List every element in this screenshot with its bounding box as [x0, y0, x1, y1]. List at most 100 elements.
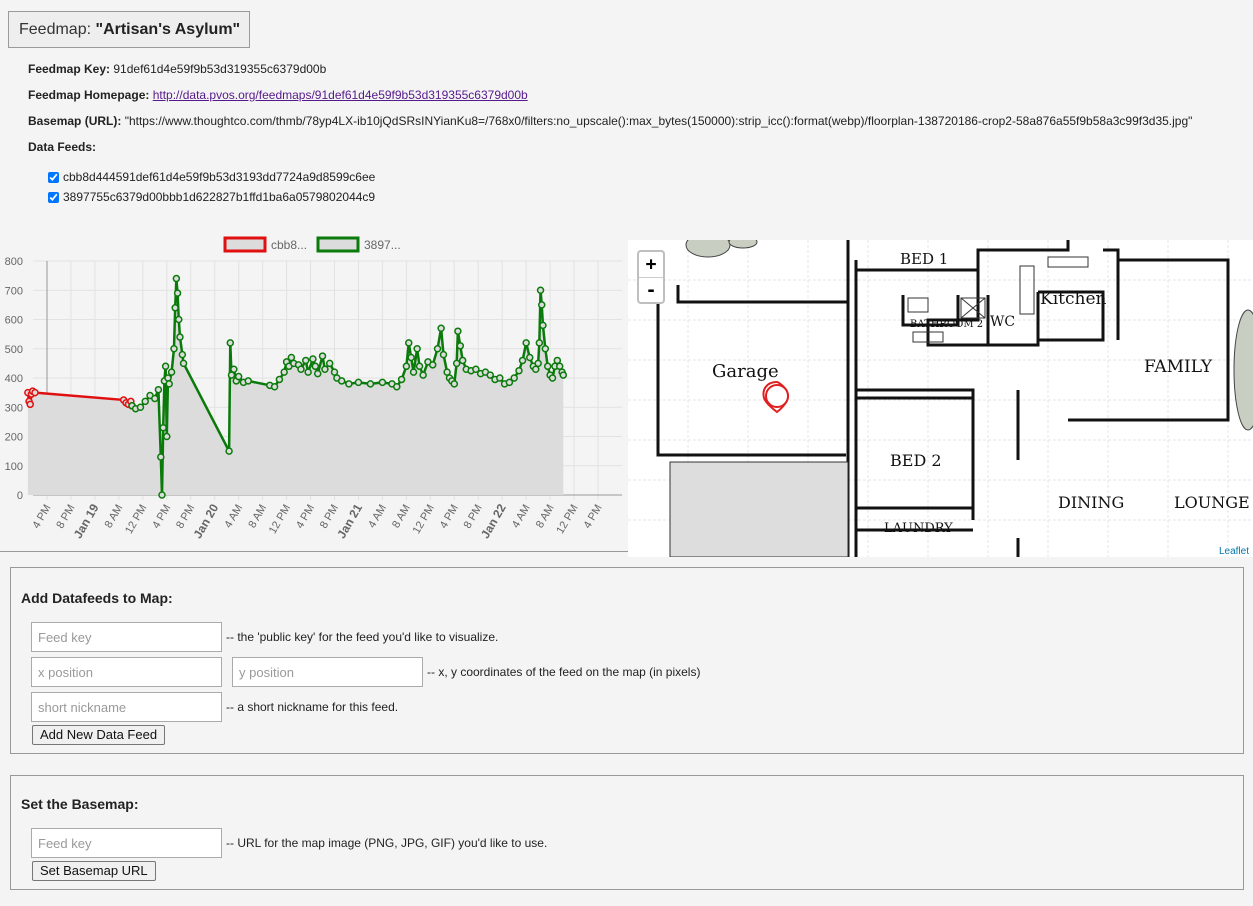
data-point[interactable] — [159, 423, 167, 432]
zoom-in-button[interactable]: + — [639, 252, 663, 278]
data-point[interactable] — [543, 362, 552, 371]
data-point[interactable] — [302, 356, 310, 365]
feed-key-input[interactable] — [31, 622, 222, 652]
data-point[interactable] — [515, 366, 523, 375]
data-point[interactable] — [541, 345, 550, 353]
data-point[interactable] — [157, 453, 165, 461]
data-point[interactable] — [287, 353, 296, 362]
data-point[interactable] — [415, 362, 424, 371]
data-point[interactable] — [270, 383, 279, 391]
data-point[interactable] — [171, 304, 179, 312]
data-point[interactable] — [345, 380, 353, 388]
data-point[interactable] — [454, 327, 462, 335]
data-point[interactable] — [154, 385, 163, 394]
data-point[interactable] — [518, 356, 527, 365]
data-point[interactable] — [548, 374, 557, 382]
data-point[interactable] — [409, 368, 418, 376]
data-point[interactable] — [510, 374, 518, 382]
data-point[interactable] — [559, 371, 568, 379]
data-point[interactable] — [172, 274, 181, 283]
zoom-out-button[interactable]: - — [639, 278, 663, 303]
map-marker-icon[interactable] — [762, 380, 790, 414]
data-point[interactable] — [539, 321, 547, 330]
data-point[interactable] — [226, 339, 235, 347]
data-point[interactable] — [275, 375, 284, 384]
data-point[interactable] — [234, 372, 243, 381]
nickname-input[interactable] — [31, 692, 222, 722]
feedmap-homepage-link[interactable]: http://data.pvos.org/feedmaps/91def61d4e… — [153, 88, 528, 102]
data-point[interactable] — [280, 368, 288, 376]
data-point[interactable] — [443, 368, 451, 376]
data-point[interactable] — [321, 365, 329, 373]
data-point[interactable] — [164, 374, 172, 382]
data-point[interactable] — [433, 345, 442, 353]
data-point[interactable] — [439, 350, 448, 359]
data-point[interactable] — [330, 368, 339, 376]
data-point[interactable] — [26, 400, 34, 409]
feed-checkbox[interactable] — [48, 191, 59, 203]
data-point[interactable] — [179, 359, 188, 368]
data-point[interactable] — [230, 365, 238, 373]
feed-checkbox[interactable] — [48, 171, 59, 183]
data-point[interactable] — [553, 356, 562, 365]
data-point[interactable] — [526, 353, 534, 362]
data-point[interactable] — [397, 375, 406, 384]
legend-label-series1[interactable]: cbb8... — [271, 238, 307, 252]
data-point[interactable] — [456, 342, 465, 350]
data-point[interactable] — [378, 378, 387, 387]
basemap-view[interactable]: BED 1 Kitchen BATHROOM 2 WC Garage FAMIL… — [628, 240, 1253, 557]
map-attribution[interactable]: Leaflet — [1214, 546, 1253, 557]
data-point[interactable] — [537, 301, 546, 309]
data-point[interactable] — [536, 286, 545, 294]
data-point[interactable] — [178, 350, 187, 359]
data-point[interactable] — [136, 403, 145, 411]
data-point[interactable] — [318, 352, 327, 360]
data-point[interactable] — [163, 432, 171, 441]
x-position-input[interactable] — [31, 657, 222, 687]
legend-label-series2[interactable]: 3897... — [364, 238, 401, 252]
data-point[interactable] — [161, 362, 170, 371]
data-point[interactable] — [428, 361, 437, 369]
data-point[interactable] — [458, 356, 467, 365]
data-point[interactable] — [405, 339, 413, 347]
data-point[interactable] — [304, 368, 312, 376]
data-point[interactable] — [165, 380, 173, 388]
data-point[interactable] — [450, 380, 459, 388]
data-point[interactable] — [407, 353, 415, 362]
data-point[interactable] — [452, 359, 461, 368]
data-point[interactable] — [297, 365, 305, 373]
data-point[interactable] — [354, 378, 363, 387]
data-point[interactable] — [413, 345, 421, 353]
data-point[interactable] — [337, 377, 346, 385]
data-point[interactable] — [555, 362, 564, 371]
data-point[interactable] — [31, 388, 39, 397]
legend-swatch-series1[interactable] — [223, 236, 267, 253]
data-point[interactable] — [496, 374, 504, 382]
data-point[interactable] — [532, 365, 540, 373]
data-point[interactable] — [402, 362, 411, 371]
legend-swatch-series2[interactable] — [316, 236, 360, 253]
y-position-input[interactable] — [232, 657, 423, 687]
basemap-url-input[interactable] — [31, 828, 222, 858]
data-point[interactable] — [227, 371, 236, 379]
data-point[interactable] — [419, 371, 427, 379]
data-point[interactable] — [141, 397, 149, 406]
data-point[interactable] — [309, 355, 317, 363]
data-point[interactable] — [173, 289, 182, 297]
set-basemap-button[interactable]: Set Basemap URL — [32, 861, 156, 881]
data-point[interactable] — [151, 394, 159, 403]
data-point[interactable] — [244, 377, 252, 385]
data-point[interactable] — [535, 339, 544, 347]
data-point[interactable] — [366, 380, 375, 388]
data-point[interactable] — [393, 383, 401, 391]
data-point[interactable] — [437, 324, 445, 333]
data-point[interactable] — [313, 369, 322, 378]
data-point[interactable] — [176, 333, 184, 341]
data-point[interactable] — [325, 359, 334, 368]
data-point[interactable] — [175, 315, 183, 324]
data-point[interactable] — [311, 362, 320, 371]
add-datafeed-button[interactable]: Add New Data Feed — [32, 725, 166, 745]
data-point[interactable] — [170, 345, 178, 353]
data-point[interactable] — [534, 359, 542, 368]
data-point[interactable] — [522, 339, 530, 347]
